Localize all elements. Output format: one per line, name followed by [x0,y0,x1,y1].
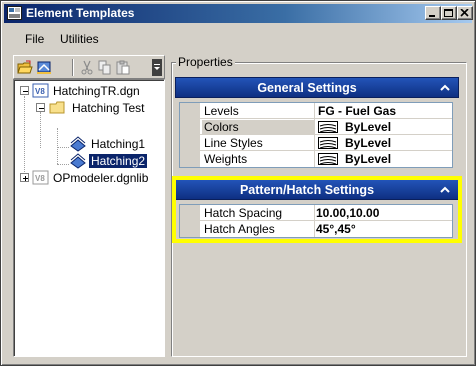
title-bar[interactable]: Element Templates [4,4,473,23]
row-gutter [180,103,200,118]
general-settings-panel: General Settings Levels FG - Fuel Gas Co… [175,77,459,171]
tree-connector [57,164,69,165]
property-value[interactable]: ByLevel [345,152,391,166]
paste-icon [116,60,130,75]
tree-toolbar [13,55,165,79]
weight-swatch-icon [318,153,338,165]
column-divider [314,103,315,118]
tree-node-hatching1[interactable]: Hatching1 [69,136,159,152]
tree-node-group[interactable]: Hatching Test [34,100,160,116]
window-title: Element Templates [26,6,135,20]
property-value[interactable]: FG - Fuel Gas [318,104,396,118]
folder-icon [49,101,65,114]
tree-label-group: Hatching Test [72,101,145,115]
column-divider [314,119,315,134]
maximize-icon [444,9,453,17]
tree-connector [57,128,58,164]
property-row-weights[interactable]: Weights ByLevel [180,151,452,167]
close-button[interactable] [457,6,473,20]
collapse-toggle[interactable] [36,103,45,112]
color-swatch-icon [318,121,338,133]
property-row-colors[interactable]: Colors ByLevel [180,119,452,135]
tree-connector [24,96,25,180]
tree-label-hatching1: Hatching1 [91,137,146,151]
line-style-swatch-icon [318,137,338,149]
tree-label-library: OPmodeler.dgnlib [53,171,149,185]
general-settings-header[interactable]: General Settings [175,77,459,98]
maximize-button[interactable] [441,6,457,20]
open-folder-button[interactable] [16,59,34,76]
collapse-toggle[interactable] [20,86,29,95]
general-settings-title: General Settings [257,81,357,95]
template-icon [70,136,86,152]
overflow-chevron-icon [154,64,160,70]
close-icon [460,9,469,17]
element-templates-window: Element Templates File Utilities V8 Hatc… [0,0,476,366]
property-name: Colors [202,120,314,134]
property-name: Weights [204,152,248,166]
template-tree[interactable]: V8 HatchingTR.dgn Hatching Test Hatching… [13,79,165,357]
general-settings-grid: Levels FG - Fuel Gas Colors ByLevel Line… [179,102,453,168]
properties-legend: Properties [176,55,235,69]
property-value[interactable]: ByLevel [345,136,391,150]
toolbar-separator [72,59,74,76]
column-divider [314,151,315,167]
cut-button[interactable] [78,59,96,76]
app-icon [7,6,22,20]
column-divider [314,135,315,150]
tree-connector [40,112,41,148]
minus-icon [23,91,28,92]
tree-node-library[interactable]: V8 OPmodeler.dgnlib [18,170,158,186]
highlight-annotation [172,176,462,243]
property-row-line-styles[interactable]: Line Styles ByLevel [180,135,452,151]
minimize-button[interactable] [425,6,441,20]
open-folder-icon [17,60,33,74]
expand-toggle[interactable] [20,173,29,182]
tree-connector [57,147,69,148]
tree-label-hatching2: Hatching2 [87,153,149,169]
menu-bar: File Utilities [4,29,472,49]
dgn-file-icon: V8 [32,83,49,98]
row-gutter [180,135,200,150]
library-button[interactable] [35,59,53,76]
row-gutter [180,119,200,134]
minimize-icon [429,15,435,17]
menu-file[interactable]: File [21,31,48,47]
property-value[interactable]: ByLevel [345,120,391,134]
row-gutter [180,151,200,167]
cut-icon [81,60,93,75]
property-name: Line Styles [204,136,263,150]
dgnlib-file-icon: V8 [32,170,49,185]
menu-utilities[interactable]: Utilities [56,31,103,47]
property-row-levels[interactable]: Levels FG - Fuel Gas [180,103,452,119]
paste-button[interactable] [114,59,132,76]
copy-button[interactable] [96,59,114,76]
template-tree-pane: V8 HatchingTR.dgn Hatching Test Hatching… [13,55,165,357]
template-icon [70,153,86,169]
toolbar-overflow-button[interactable] [152,59,162,76]
library-icon [37,61,51,74]
plus-icon [23,176,28,181]
minus-icon [39,108,44,109]
svg-text:V8: V8 [35,174,45,183]
collapse-chevron-icon[interactable] [440,84,450,91]
copy-icon [98,60,111,75]
tree-node-root-file[interactable]: V8 HatchingTR.dgn [18,83,158,99]
svg-text:V8: V8 [35,87,45,96]
property-name: Levels [204,104,239,118]
tree-node-hatching2[interactable]: Hatching2 [69,153,159,169]
tree-label-root: HatchingTR.dgn [53,84,140,98]
